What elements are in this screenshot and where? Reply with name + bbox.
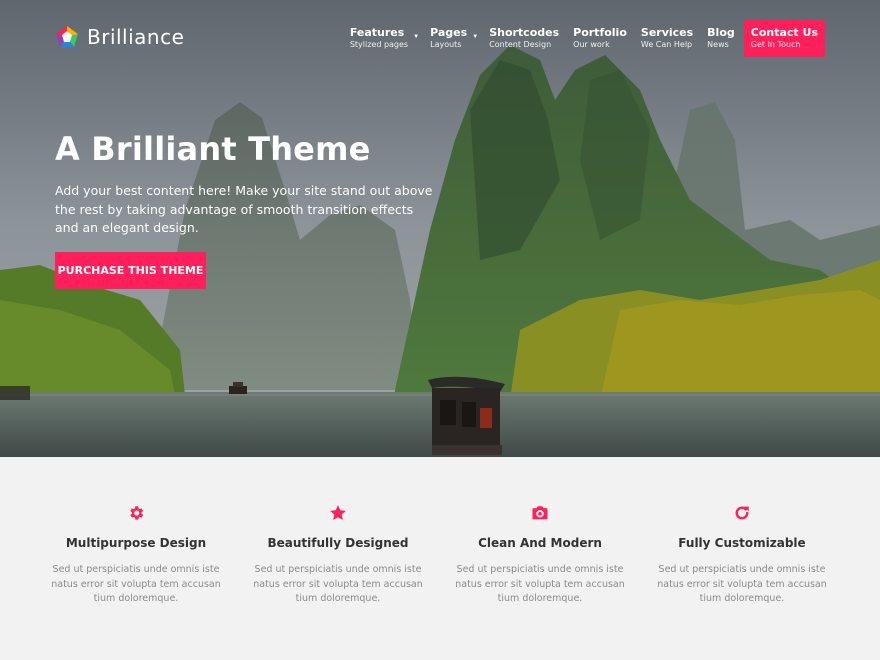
features-section: Multipurpose Design Sed ut perspiciatis …: [0, 468, 880, 660]
brand-name: Brilliance: [87, 25, 185, 49]
feature-title: Beautifully Designed: [267, 536, 409, 550]
nav-item-pages[interactable]: Pages Layouts ▼: [423, 20, 478, 57]
feature-description: Sed ut perspiciatis unde omnis iste natu…: [455, 564, 625, 604]
nav-item-blog[interactable]: Blog News: [700, 20, 742, 57]
brand-logo[interactable]: Brilliance: [55, 25, 184, 49]
feature-title: Multipurpose Design: [65, 536, 207, 550]
nav-item-title: Blog: [707, 26, 735, 39]
hero-section: Brilliance Features Stylized pages ▼ Pag…: [0, 0, 880, 457]
feature-fully-customizable: Fully Customizable Sed ut perspiciatis u…: [641, 504, 843, 607]
nav-item-subtitle: News: [707, 40, 729, 49]
gear-icon: [127, 504, 145, 522]
nav-item-title: Contact Us: [750, 26, 818, 39]
purchase-theme-button[interactable]: PURCHASE THIS THEME: [55, 252, 206, 289]
main-navigation: Features Stylized pages ▼ Pages Layouts …: [343, 20, 825, 57]
hero-description: Add your best content here! Make your si…: [55, 183, 433, 235]
nav-item-services[interactable]: Services We Can Help: [634, 20, 700, 57]
feature-description: Sed ut perspiciatis unde omnis iste natu…: [51, 564, 221, 604]
refresh-icon: [733, 504, 751, 522]
nav-item-contact-us[interactable]: Contact Us Get In Touch: [743, 20, 825, 57]
nav-item-title: Pages: [430, 26, 468, 39]
star-icon: [329, 504, 347, 522]
nav-item-title: Features: [349, 26, 405, 39]
nav-item-subtitle: Our work: [573, 40, 610, 49]
feature-title: Clean And Modern: [478, 536, 602, 550]
feature-clean-and-modern: Clean And Modern Sed ut perspiciatis und…: [439, 504, 641, 607]
nav-item-title: Services: [640, 26, 694, 39]
nav-item-title: Portfolio: [573, 26, 627, 39]
feature-description: Sed ut perspiciatis unde omnis iste natu…: [253, 564, 423, 604]
nav-item-shortcodes[interactable]: Shortcodes Content Design: [482, 20, 566, 57]
nav-item-subtitle: Layouts: [430, 40, 462, 49]
chevron-down-icon: ▼: [472, 34, 479, 40]
nav-item-subtitle: Stylized pages: [349, 40, 409, 49]
camera-icon: [531, 504, 549, 522]
feature-title: Fully Customizable: [678, 536, 806, 550]
feature-multipurpose-design: Multipurpose Design Sed ut perspiciatis …: [35, 504, 237, 607]
nav-item-subtitle: Content Design: [489, 40, 552, 49]
boat-large: [428, 376, 505, 455]
feature-beautifully-designed: Beautifully Designed Sed ut perspiciatis…: [237, 504, 439, 607]
logo-icon: [56, 26, 78, 47]
chevron-down-icon: ▼: [413, 34, 420, 40]
feature-description: Sed ut perspiciatis unde omnis iste natu…: [657, 564, 827, 604]
nav-item-subtitle: We Can Help: [640, 40, 693, 49]
nav-item-subtitle: Get In Touch: [750, 40, 801, 49]
nav-item-portfolio[interactable]: Portfolio Our work: [566, 20, 634, 57]
nav-item-title: Shortcodes: [489, 26, 560, 39]
nav-item-features[interactable]: Features Stylized pages ▼: [343, 20, 419, 57]
hero-title: A Brilliant Theme: [55, 130, 371, 168]
